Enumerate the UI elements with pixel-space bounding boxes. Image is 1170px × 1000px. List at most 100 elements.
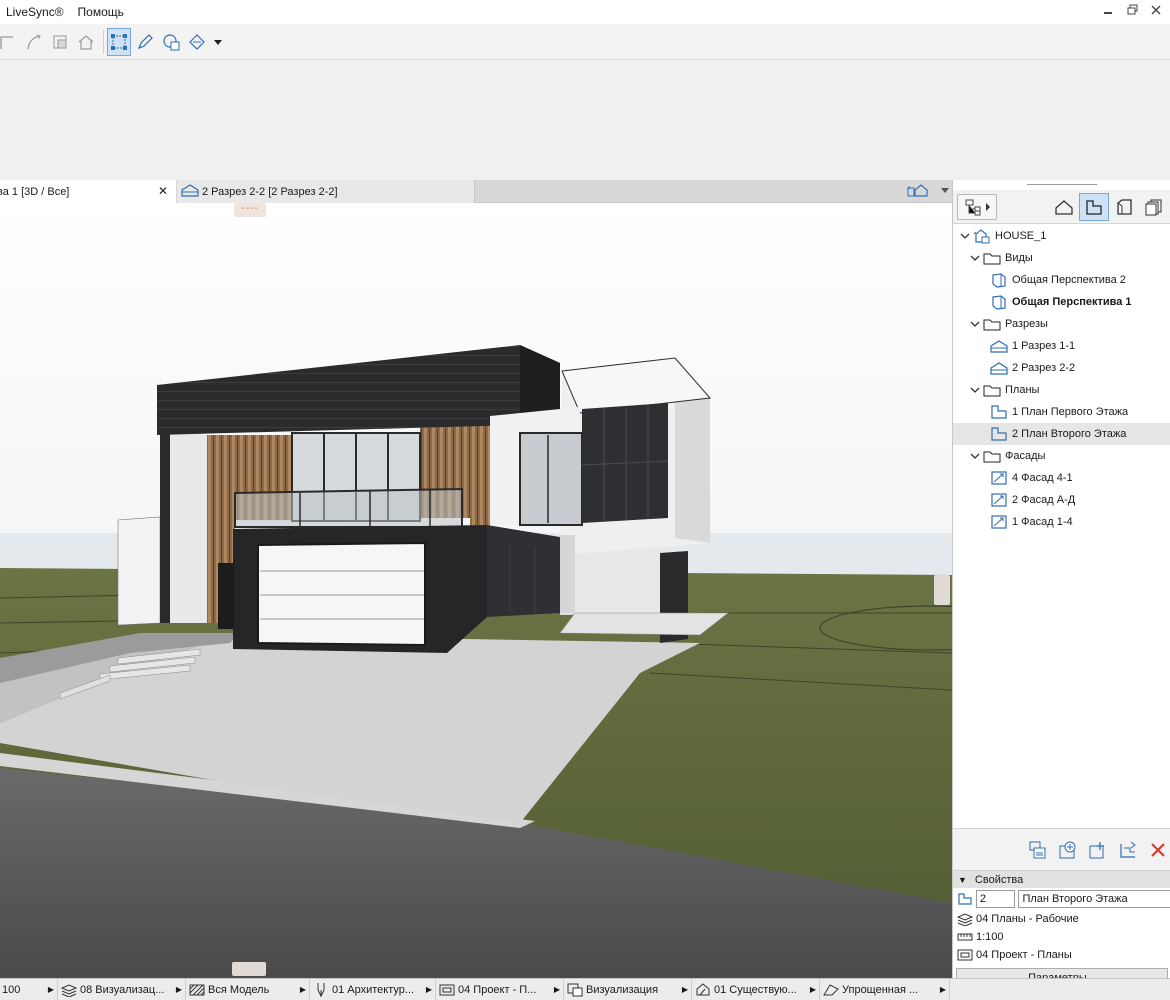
new-folder-button[interactable] <box>1057 839 1079 861</box>
tree-item-label: Виды <box>1005 252 1033 264</box>
chevron-right-icon: ▶ <box>809 985 817 994</box>
pen-tool-button[interactable] <box>133 28 157 56</box>
selection-box-button[interactable] <box>107 27 131 56</box>
expand-toggle[interactable] <box>969 450 981 462</box>
tree-item-label: HOUSE_1 <box>995 230 1047 242</box>
tree-item-label: Разрезы <box>1005 318 1048 330</box>
minimize-button[interactable] <box>1102 4 1114 18</box>
properties-header[interactable]: ▼ Свойства <box>953 870 1170 888</box>
house-tool-button[interactable] <box>74 28 98 56</box>
tree-item[interactable]: 1 Разрез 1-1 <box>953 335 1170 357</box>
horizontal-scroll-handle[interactable] <box>232 962 266 976</box>
statusbar-item[interactable]: 01 Существую... ▶ <box>692 978 820 1000</box>
view-id-field[interactable]: 2 <box>975 890 1016 908</box>
expand-toggle[interactable] <box>969 384 981 396</box>
expand-toggle[interactable] <box>959 230 971 242</box>
tab-section-2-2[interactable]: 2 Разрез 2-2 [2 Разрез 2-2] <box>177 180 475 203</box>
statusbar-item[interactable]: 04 Проект - П... ▶ <box>436 978 564 1000</box>
properties-title: Свойства <box>974 873 1024 886</box>
tree-item[interactable]: Планы <box>953 379 1170 401</box>
layer-combination-value: 04 Планы - Рабочие <box>976 913 1079 925</box>
tree-item[interactable]: 2 Разрез 2-2 <box>953 357 1170 379</box>
properties-layer-row[interactable]: 04 Планы - Рабочие <box>953 910 1170 928</box>
tab-3d-view[interactable]: ва 1 [3D / Все] ✕ <box>0 180 176 203</box>
statusbar-item[interactable]: 01 Архитектур... ▶ <box>310 978 436 1000</box>
new-view-button[interactable] <box>1027 839 1049 861</box>
chevron-down-icon <box>970 453 980 459</box>
toolbar-dropdown-button[interactable] <box>211 28 225 56</box>
model-view-value: 04 Проект - Планы <box>976 949 1072 961</box>
navigator-mode-button[interactable] <box>957 194 997 220</box>
expand-toggle[interactable] <box>969 252 981 264</box>
floor-plan-icon <box>956 892 974 906</box>
tree-item[interactable]: 4 Фасад 4-1 <box>953 467 1170 489</box>
statusbar-item[interactable]: Визуализация ▶ <box>564 978 692 1000</box>
tree-item[interactable]: Общая Перспектива 2 <box>953 269 1170 291</box>
tree-item[interactable]: Общая Перспектива 1 <box>953 291 1170 313</box>
project-tree-icon <box>965 199 981 216</box>
arc-tool-button[interactable] <box>22 28 46 56</box>
vertical-scroll-handle[interactable] <box>934 575 950 605</box>
view-map-button[interactable] <box>1079 193 1109 221</box>
chevron-down-icon <box>970 387 980 393</box>
tree-item[interactable]: 1 План Первого Этажа <box>953 401 1170 423</box>
fill-tool-button[interactable] <box>185 28 209 56</box>
3d-view-icon <box>990 272 1008 288</box>
close-window-button[interactable] <box>1150 4 1162 18</box>
view-settings-button[interactable] <box>1117 839 1139 861</box>
panel-drag-handle[interactable] <box>1027 184 1097 185</box>
tree-item-label: 2 План Второго Этажа <box>1012 428 1127 440</box>
navigator-panel: HOUSE_1 Виды Общая Перспектива 2 Общая Перс… <box>952 180 1170 988</box>
menu-livesync[interactable]: LiveSync® <box>0 5 71 19</box>
layer-stack-button[interactable] <box>159 28 183 56</box>
status-bar: 100 ▶ 08 Визуализац... ▶ Вся Модель ▶ 01 Архит… <box>0 978 1170 1000</box>
tab-close-button[interactable]: ✕ <box>158 184 168 198</box>
tree-item[interactable]: 2 Фасад А-Д <box>953 489 1170 511</box>
menu-help[interactable]: Помощь <box>71 5 131 19</box>
statusbar-label: 01 Существую... <box>714 983 797 996</box>
project-map-button[interactable] <box>1049 193 1079 221</box>
selection-box-icon <box>111 33 127 50</box>
tree-item-label: Общая Перспектива 1 <box>1012 296 1132 308</box>
view-name-field[interactable]: План Второго Этажа <box>1018 890 1170 908</box>
statusbar-item[interactable]: 08 Визуализац... ▶ <box>58 978 186 1000</box>
chevron-right-icon: ▶ <box>47 985 55 994</box>
statusbar-label: Визуализация <box>586 983 659 996</box>
clone-folder-button[interactable] <box>1087 839 1109 861</box>
navigator-view-switch <box>1049 193 1169 221</box>
restore-button[interactable] <box>1126 4 1138 18</box>
model-view-icon <box>956 949 974 961</box>
delete-button[interactable] <box>1147 839 1169 861</box>
properties-scale-row[interactable]: 1:100 <box>953 928 1170 946</box>
chevron-down-icon <box>960 233 970 239</box>
clone-folder-icon <box>1089 841 1104 858</box>
3d-viewport[interactable] <box>0 203 952 978</box>
tree-item[interactable]: Разрезы <box>953 313 1170 335</box>
statusbar-item[interactable]: Вся Модель ▶ <box>186 978 310 1000</box>
tree-item[interactable]: 2 План Второго Этажа <box>953 423 1170 445</box>
tab-list-control[interactable] <box>907 182 950 198</box>
tree-item[interactable]: 1 Фасад 1-4 <box>953 511 1170 533</box>
tab-drag-marker: ---- <box>234 203 266 217</box>
chevron-down-icon <box>970 321 980 327</box>
navigator-actions <box>953 828 1170 870</box>
layout-book-icon <box>1117 199 1132 215</box>
elevation-icon <box>990 514 1008 530</box>
expand-toggle[interactable] <box>969 318 981 330</box>
tree-item-label: 4 Фасад 4-1 <box>1012 472 1073 484</box>
statusbar-label: 08 Визуализац... <box>80 983 165 996</box>
tree-item[interactable]: Фасады <box>953 445 1170 467</box>
publisher-sets-button[interactable] <box>1139 193 1169 221</box>
tree-item[interactable]: HOUSE_1 <box>953 225 1170 247</box>
line-tool-button[interactable] <box>0 28 20 56</box>
tree-item[interactable]: Виды <box>953 247 1170 269</box>
statusbar-label: Упрощенная ... <box>842 983 919 996</box>
statusbar-item[interactable]: 100 ▶ <box>0 978 58 1000</box>
properties-modelview-row[interactable]: 04 Проект - Планы <box>953 946 1170 964</box>
statusbar-item[interactable]: Упрощенная ... ▶ <box>820 978 950 1000</box>
layout-book-button[interactable] <box>1109 193 1139 221</box>
fill-tool-icon <box>189 33 205 50</box>
statusbar-label: 04 Проект - П... <box>458 983 537 996</box>
floor-plan-icon <box>990 404 1008 420</box>
resize-tool-button[interactable] <box>48 28 72 56</box>
